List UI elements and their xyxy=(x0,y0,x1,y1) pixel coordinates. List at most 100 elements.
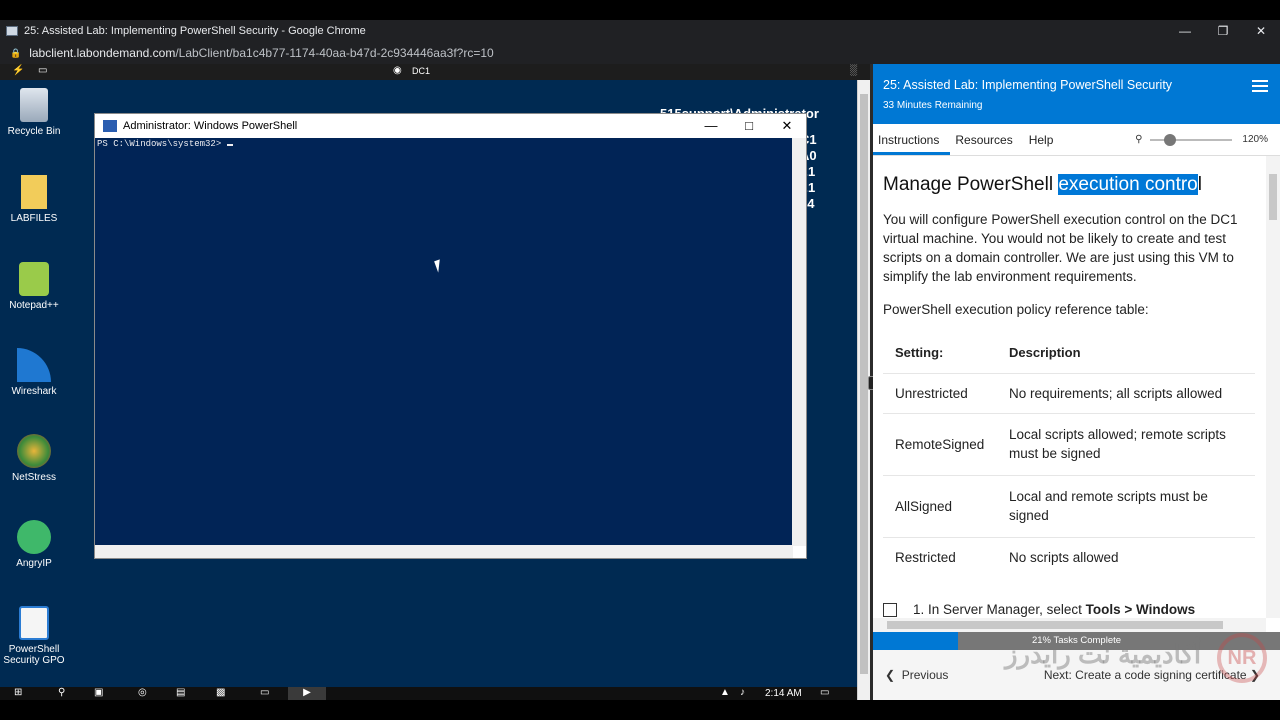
top-letterbox xyxy=(0,0,1280,20)
instructions-content: Manage PowerShell execution control You … xyxy=(873,156,1266,618)
instructions-scrollbar[interactable] xyxy=(1266,156,1280,618)
time-remaining: 33 Minutes Remaining xyxy=(883,100,983,111)
tab-instructions[interactable]: Instructions xyxy=(873,133,951,155)
search-icon[interactable]: ⚲ xyxy=(58,687,65,698)
table-header: Setting: xyxy=(895,345,944,361)
table-header-row: Setting: Description xyxy=(883,333,1255,373)
url-path: /LabClient/ba1c4b77-1174-40aa-b47d-2c934… xyxy=(175,46,494,60)
browser-close-button[interactable]: ✕ xyxy=(1242,20,1280,42)
table-cell: Local scripts allowed; remote scripts mu… xyxy=(997,412,1255,475)
section-heading: Manage PowerShell execution control xyxy=(883,174,1256,196)
instructions-hscrollbar[interactable] xyxy=(873,618,1266,632)
powershell-icon xyxy=(103,120,117,132)
browser-restore-button[interactable]: ❐ xyxy=(1204,20,1242,42)
explorer-taskbar-icon[interactable]: ▤ xyxy=(176,687,185,698)
ps-minimize-button[interactable]: — xyxy=(692,114,730,138)
url-host: labclient.labondemand.com xyxy=(29,46,176,60)
ps-horizontal-scrollbar[interactable] xyxy=(95,545,793,558)
desktop-icon-powershell-gpo[interactable]: PowerShell Security GPO xyxy=(0,606,68,666)
powershell-taskbar-icon[interactable]: ▶ xyxy=(288,687,326,700)
lab-instructions-panel: 25: Assisted Lab: Implementing PowerShel… xyxy=(873,64,1280,700)
ps-close-button[interactable]: ✕ xyxy=(768,114,806,138)
tab-help[interactable]: Help xyxy=(1024,133,1065,155)
desktop-icon-label: PowerShell Security GPO xyxy=(3,644,65,666)
previous-button[interactable]: ❮ Previous xyxy=(885,668,948,682)
table-row: Unrestricted No requirements; all script… xyxy=(883,372,1255,413)
powershell-prompt: PS C:\Windows\system32> xyxy=(97,139,227,149)
text-cursor xyxy=(226,144,233,146)
table-cell: RemoteSigned xyxy=(883,412,997,475)
watermark-text: أكاديمية نت رايدرز xyxy=(1005,639,1202,669)
powershell-title: Administrator: Windows PowerShell xyxy=(123,120,298,132)
network-tray-icon: ▲ xyxy=(720,687,730,698)
lab-favicon-icon xyxy=(6,26,18,36)
desktop-icon-recycle-bin[interactable]: Recycle Bin xyxy=(0,88,68,137)
table-cell: Local and remote scripts must be signed xyxy=(997,474,1255,537)
lab-title: 25: Assisted Lab: Implementing PowerShel… xyxy=(883,78,1173,92)
notification-icon[interactable]: ▭ xyxy=(820,687,829,698)
powershell-console[interactable]: PS C:\Windows\system32> xyxy=(95,138,793,546)
ps-vertical-scrollbar[interactable] xyxy=(792,138,806,546)
channel-watermark: أكاديمية نت رايدرز NR xyxy=(1005,633,1267,685)
zoom-slider-knob[interactable] xyxy=(1164,133,1177,146)
notepad-taskbar-icon[interactable]: ▭ xyxy=(260,687,269,698)
angryip-icon xyxy=(17,520,51,554)
vm-toolbar: ⚡ ▭ ◉ DC1 ░ xyxy=(0,64,870,80)
desktop-icon-angryip[interactable]: AngryIP xyxy=(0,520,68,569)
table-cell: Unrestricted xyxy=(883,372,997,413)
signal-icon: ░ xyxy=(850,65,858,76)
desktop-icon-label: Notepad++ xyxy=(9,300,59,311)
desktop-icon-label: LABFILES xyxy=(10,213,58,224)
tab-resources[interactable]: Resources xyxy=(950,133,1023,155)
desktop-icon-label: Wireshark xyxy=(11,386,57,397)
notepad-plus-plus-icon xyxy=(19,262,49,296)
windows-taskbar: ⊞ ⚲ ▣ ◎ ▤ ▩ ▭ ▶ ▲ ♪ 2:14 AM ▭ xyxy=(0,687,857,700)
recycle-bin-icon xyxy=(20,88,48,122)
taskbar-clock[interactable]: 2:14 AM xyxy=(765,688,802,699)
table-cell: No requirements; all scripts allowed xyxy=(997,372,1255,413)
pin-icon: ◉ xyxy=(393,65,402,76)
desktop-icon-labfiles[interactable]: LABFILES xyxy=(0,175,68,224)
desktop-icon-label: NetStress xyxy=(12,472,56,483)
browser-tab-title: 25: Assisted Lab: Implementing PowerShel… xyxy=(24,25,366,37)
desktop-icon-wireshark[interactable]: Wireshark xyxy=(0,348,68,397)
step-checkbox[interactable] xyxy=(883,602,897,617)
scroll-thumb[interactable] xyxy=(887,621,1223,629)
netstress-icon xyxy=(17,434,51,468)
table-cell: No scripts allowed xyxy=(997,536,1255,577)
zoom-icon[interactable]: ⚲ xyxy=(1135,134,1142,145)
watermark-logo-icon: NR xyxy=(1217,633,1267,683)
heading-text: Manage PowerShell xyxy=(883,174,1059,195)
start-icon[interactable]: ⊞ xyxy=(14,687,22,698)
zoom-slider[interactable] xyxy=(1150,133,1233,146)
zoom-level: 120% xyxy=(1242,134,1268,145)
browser-minimize-button[interactable]: — xyxy=(1166,20,1204,42)
table-cell: AllSigned xyxy=(883,474,997,537)
desktop-icon-notepadpp[interactable]: Notepad++ xyxy=(0,262,68,311)
desktop-icon-netstress[interactable]: NetStress xyxy=(0,434,68,483)
zoom-control: ⚲ 120% xyxy=(1135,133,1268,146)
lab-tabs: Instructions Resources Help ⚲ 120% xyxy=(873,124,1280,156)
ie-taskbar-icon[interactable]: ◎ xyxy=(138,687,147,698)
powershell-gpo-icon xyxy=(19,606,49,640)
monitor-icon[interactable]: ▭ xyxy=(38,65,47,76)
table-caption: PowerShell execution policy reference ta… xyxy=(883,302,1149,317)
lightning-icon[interactable]: ⚡ xyxy=(12,65,24,76)
server-manager-taskbar-icon[interactable]: ▩ xyxy=(216,687,225,698)
step-1-text: 1. In Server Manager, select xyxy=(913,602,1086,617)
powershell-titlebar[interactable]: Administrator: Windows PowerShell — □ ✕ xyxy=(95,114,806,138)
address-bar[interactable]: 🔒 labclient.labondemand.com/LabClient/ba… xyxy=(0,42,1280,64)
task-view-icon[interactable]: ▣ xyxy=(94,687,103,698)
bottom-letterbox xyxy=(0,700,1280,720)
table-row: RemoteSigned Local scripts allowed; remo… xyxy=(883,412,1255,475)
table-row: AllSigned Local and remote scripts must … xyxy=(883,474,1255,537)
vm-machine-name[interactable]: DC1 xyxy=(412,66,430,76)
wireshark-icon xyxy=(17,348,51,382)
desktop-icon-label: Recycle Bin xyxy=(7,126,61,137)
powershell-window[interactable]: Administrator: Windows PowerShell — □ ✕ … xyxy=(94,113,807,559)
scroll-thumb[interactable] xyxy=(860,94,868,674)
vm-vertical-scrollbar[interactable] xyxy=(857,80,870,700)
scroll-thumb[interactable] xyxy=(1269,174,1277,220)
ps-maximize-button[interactable]: □ xyxy=(730,114,768,138)
hamburger-menu-icon[interactable] xyxy=(1252,80,1268,95)
